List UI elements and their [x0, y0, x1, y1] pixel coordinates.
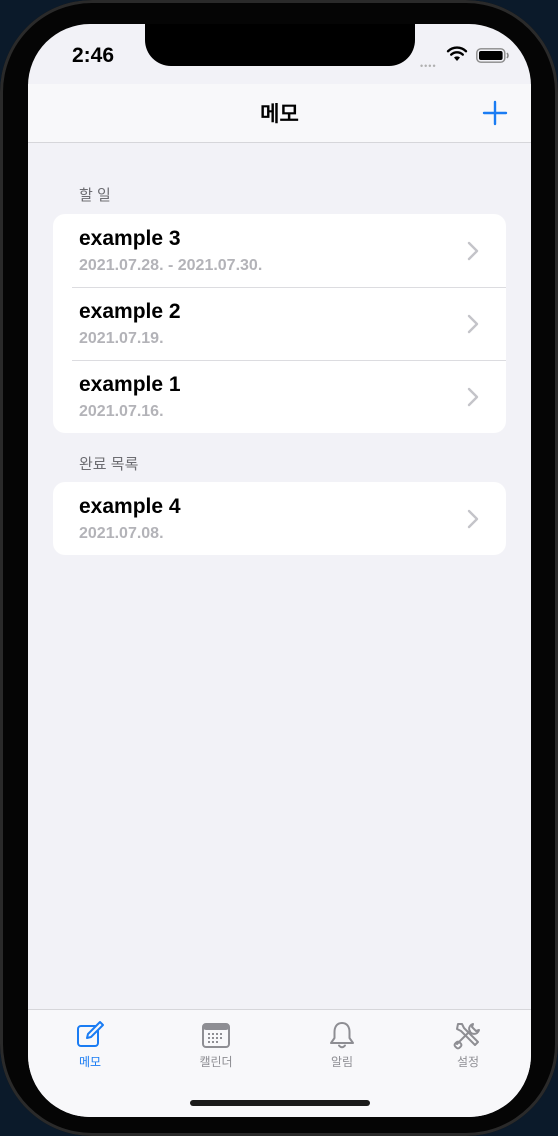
chevron-right-icon [467, 387, 479, 407]
completed-list: example 4 2021.07.08. [53, 482, 506, 555]
tab-memo[interactable]: 메모 [50, 1020, 130, 1074]
wifi-icon [446, 46, 468, 61]
item-date: 2021.07.08. [79, 525, 164, 542]
page-title: 메모 [260, 103, 299, 126]
list-item[interactable]: example 1 2021.07.16. [53, 360, 506, 433]
item-date: 2021.07.16. [79, 403, 164, 420]
memo-edit-icon [77, 1021, 104, 1047]
chevron-right-icon [467, 509, 479, 529]
item-title: example 1 [79, 373, 181, 396]
app-screen: 2:46 •••• 메모 할 일 example 3 2021.07.28. -… [28, 24, 531, 1117]
list-item[interactable]: example 3 2021.07.28. - 2021.07.30. [53, 214, 506, 287]
item-title: example 3 [79, 227, 181, 250]
todo-list: example 3 2021.07.28. - 2021.07.30. exam… [53, 214, 506, 433]
item-title: example 2 [79, 300, 181, 323]
tab-alarm[interactable]: 알림 [302, 1020, 382, 1074]
bell-icon [330, 1022, 354, 1049]
signal-icon: •••• [420, 61, 437, 71]
add-memo-button[interactable] [480, 98, 510, 128]
item-title: example 4 [79, 495, 181, 518]
list-item[interactable]: example 4 2021.07.08. [53, 482, 506, 555]
item-date: 2021.07.19. [79, 330, 164, 347]
battery-icon [476, 48, 509, 63]
section-header-todo: 할 일 [79, 187, 111, 204]
list-item[interactable]: example 2 2021.07.19. [53, 287, 506, 360]
item-date: 2021.07.28. - 2021.07.30. [79, 257, 263, 274]
tools-icon [453, 1023, 480, 1050]
tab-settings[interactable]: 설정 [428, 1020, 508, 1074]
chevron-right-icon [467, 314, 479, 334]
tab-label: 캘린더 [199, 1055, 233, 1069]
status-time: 2:46 [72, 44, 115, 67]
tab-label: 알림 [330, 1055, 354, 1069]
calendar-icon [202, 1023, 230, 1048]
section-header-completed: 완료 목록 [79, 456, 139, 473]
chevron-right-icon [467, 241, 479, 261]
plus-icon [482, 100, 508, 126]
tab-label: 설정 [456, 1055, 480, 1069]
tab-calendar[interactable]: 캘린더 [176, 1020, 256, 1074]
tab-label: 메모 [78, 1055, 102, 1069]
device-notch [145, 24, 415, 66]
home-indicator [190, 1100, 370, 1106]
navigation-bar: 메모 [28, 84, 531, 143]
